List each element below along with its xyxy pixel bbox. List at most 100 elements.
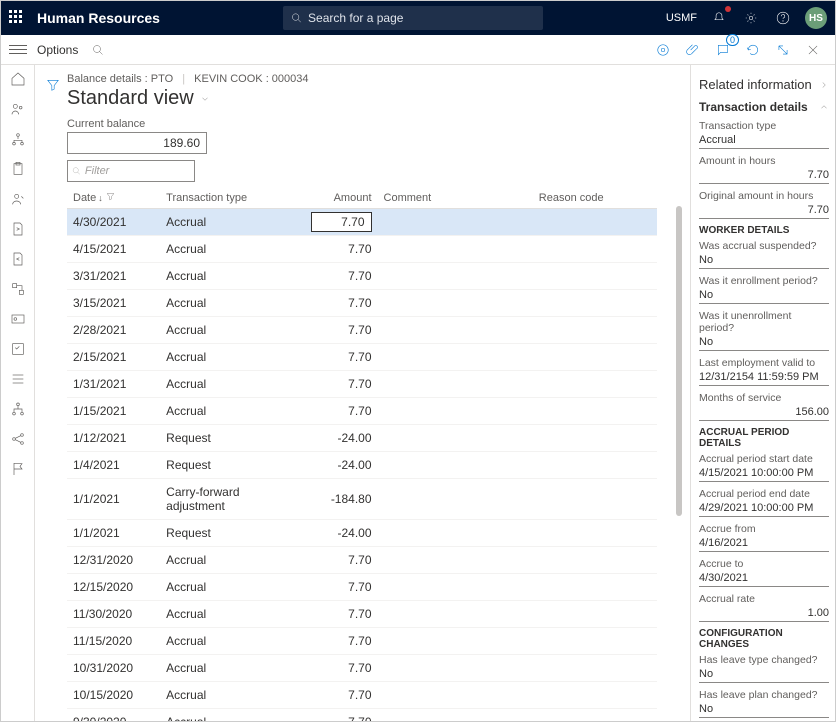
help-icon[interactable] [773,8,793,28]
table-row[interactable]: 9/30/2020Accrual7.70 [67,709,657,722]
message-icon[interactable]: 0 [713,40,733,60]
cell-amount: 7.70 [305,398,377,425]
page-title[interactable]: Standard view [67,87,682,110]
val-acc-from[interactable]: 4/16/2021 [699,535,829,552]
amount-edit[interactable]: 7.70 [311,212,371,232]
table-row[interactable]: 10/31/2020Accrual7.70 [67,655,657,682]
cell-amount: 7.70 [305,709,377,722]
nav-hierarchy-icon[interactable] [10,401,26,417]
refresh-icon[interactable] [743,40,763,60]
nav-share-icon[interactable] [10,431,26,447]
related-header[interactable]: Related information [699,73,829,100]
lbl-acc-rate: Accrual rate [699,593,829,605]
table-row[interactable]: 12/31/2020Accrual7.70 [67,547,657,574]
table-row[interactable]: 4/30/2021Accrual7.70 [67,209,657,236]
table-row[interactable]: 12/15/2020Accrual7.70 [67,574,657,601]
nav-flag-icon[interactable] [10,461,26,477]
table-row[interactable]: 2/28/2021Accrual7.70 [67,317,657,344]
col-header-amount[interactable]: Amount [305,188,377,209]
val-amt-hours[interactable]: 7.70 [699,167,829,184]
options-button[interactable]: Options [37,43,78,57]
val-acc-end[interactable]: 4/29/2021 10:00:00 PM [699,500,829,517]
gear-icon[interactable] [741,8,761,28]
col-header-reason[interactable]: Reason code [533,188,657,209]
lbl-leavetype: Has leave type changed? [699,654,829,666]
waffle-icon[interactable] [9,10,25,26]
lbl-unenroll: Was it unenrollment period? [699,310,829,334]
table-row[interactable]: 1/1/2021Request-24.00 [67,520,657,547]
lbl-acc-end: Accrual period end date [699,488,829,500]
val-lastemp[interactable]: 12/31/2154 11:59:59 PM [699,369,829,386]
pin-icon[interactable] [653,40,673,60]
cell-date: 3/31/2021 [67,263,160,290]
nav-clipboard-icon[interactable] [10,161,26,177]
table-row[interactable]: 10/15/2020Accrual7.70 [67,682,657,709]
cell-type: Accrual [160,574,305,601]
avatar[interactable]: HS [805,7,827,29]
table-row[interactable]: 1/15/2021Accrual7.70 [67,398,657,425]
cell-date: 2/15/2021 [67,344,160,371]
table-row[interactable]: 3/15/2021Accrual7.70 [67,290,657,317]
nav-card-icon[interactable] [10,311,26,327]
company-badge[interactable]: USMF [666,12,697,24]
scrollbar[interactable] [676,206,682,516]
search-input[interactable] [308,11,535,25]
lbl-lastemp: Last employment valid to [699,357,829,369]
table-row[interactable]: 1/12/2021Request-24.00 [67,425,657,452]
table-row[interactable]: 1/4/2021Request-24.00 [67,452,657,479]
grid-filter[interactable] [67,160,195,182]
val-months[interactable]: 156.00 [699,404,829,421]
col-header-type[interactable]: Transaction type [160,188,305,209]
cell-amount: 7.70 [305,655,377,682]
nav-person-icon[interactable] [10,191,26,207]
current-balance-value[interactable]: 189.60 [67,132,207,154]
col-header-date[interactable]: Date↓ [67,188,160,209]
nav-list-icon[interactable] [10,371,26,387]
table-row[interactable]: 3/31/2021Accrual7.70 [67,263,657,290]
table-row[interactable]: 1/1/2021Carry-forward adjustment-184.80 [67,479,657,520]
val-trans-type[interactable]: Accrual [699,132,829,149]
transaction-details-header[interactable]: Transaction details [699,100,829,114]
lbl-leaveplan: Has leave plan changed? [699,689,829,701]
crumb-worker[interactable]: KEVIN COOK : 000034 [194,73,308,85]
search-box[interactable] [283,6,543,30]
current-balance-label: Current balance [67,118,682,130]
nav-process-icon[interactable] [10,281,26,297]
val-acc-to[interactable]: 4/30/2021 [699,570,829,587]
popout-icon[interactable] [773,40,793,60]
close-icon[interactable] [803,40,823,60]
val-unenroll[interactable]: No [699,334,829,351]
val-leavetype[interactable]: No [699,666,829,683]
nav-people-icon[interactable] [10,101,26,117]
val-suspended[interactable]: No [699,252,829,269]
hamburger-icon[interactable] [9,41,27,59]
grid-filter-input[interactable] [85,165,190,177]
table-row[interactable]: 1/31/2021Accrual7.70 [67,371,657,398]
table-row[interactable]: 2/15/2021Accrual7.70 [67,344,657,371]
cell-reason [533,520,657,547]
crumb-balance[interactable]: Balance details : PTO [67,73,173,85]
search-icon[interactable] [88,40,108,60]
cell-comment [378,263,533,290]
funnel-icon[interactable] [43,75,63,95]
val-acc-rate[interactable]: 1.00 [699,605,829,622]
table-row[interactable]: 11/15/2020Accrual7.70 [67,628,657,655]
cell-comment [378,547,533,574]
nav-org-icon[interactable] [10,131,26,147]
cell-type: Accrual [160,547,305,574]
cell-type: Accrual [160,236,305,263]
nav-doc-left-icon[interactable] [10,251,26,267]
val-orig-hours[interactable]: 7.70 [699,202,829,219]
val-enroll[interactable]: No [699,287,829,304]
nav-home-icon[interactable] [10,71,26,87]
attach-icon[interactable] [683,40,703,60]
nav-checklist-icon[interactable] [10,341,26,357]
val-acc-start[interactable]: 4/15/2021 10:00:00 PM [699,465,829,482]
nav-doc-right-icon[interactable] [10,221,26,237]
col-header-comment[interactable]: Comment [378,188,533,209]
transactions-grid: Date↓ Transaction type Amount Comment Re… [67,188,682,721]
table-row[interactable]: 11/30/2020Accrual7.70 [67,601,657,628]
table-row[interactable]: 4/15/2021Accrual7.70 [67,236,657,263]
val-leaveplan[interactable]: No [699,701,829,718]
notification-icon[interactable] [709,8,729,28]
